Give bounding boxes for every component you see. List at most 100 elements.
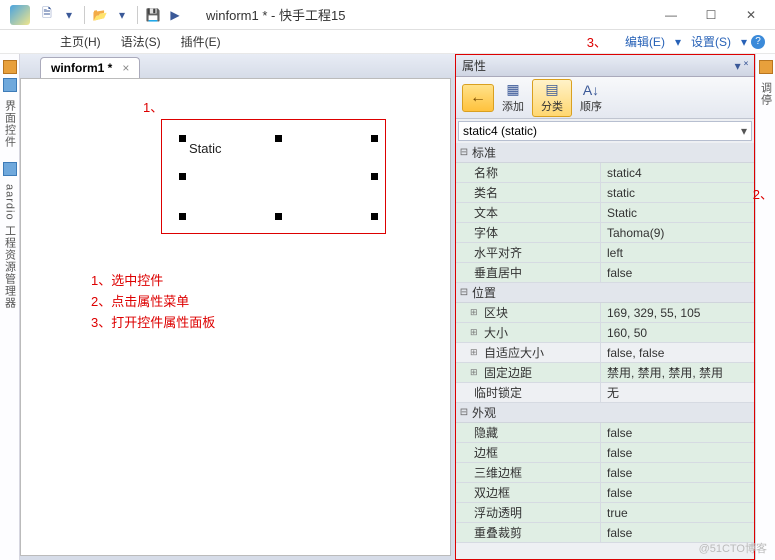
dropdown-icon[interactable]: ▾ [113, 6, 131, 24]
property-row[interactable]: 垂直居中false [456, 263, 754, 283]
property-name: 浮动透明 [456, 503, 601, 522]
instructions: 1、选中控件 2、点击属性菜单 3、打开控件属性面板 [91, 271, 215, 333]
resize-handle[interactable] [371, 135, 378, 142]
property-row[interactable]: 三维边框false [456, 463, 754, 483]
property-value[interactable]: false [601, 263, 754, 282]
collapse-icon[interactable]: ⊟ [456, 407, 472, 418]
tab-close-icon[interactable]: × [122, 61, 129, 75]
property-row[interactable]: 文本Static [456, 203, 754, 223]
property-row[interactable]: 边框false [456, 443, 754, 463]
resize-handle[interactable] [179, 173, 186, 180]
property-name: 隐藏 [456, 423, 601, 442]
project-icon[interactable] [3, 162, 17, 176]
property-grid[interactable]: ⊟标准名称static4类名static文本Static字体Tahoma(9)水… [456, 143, 754, 559]
dropdown-icon[interactable]: ▾ [60, 6, 78, 24]
expand-icon[interactable]: ⊞ [470, 327, 482, 338]
property-value[interactable]: Tahoma(9) [601, 223, 754, 242]
resize-handle[interactable] [275, 213, 282, 220]
tabstrip: winform1 * × [20, 54, 455, 78]
resize-handle[interactable] [371, 173, 378, 180]
mediator-icon[interactable] [759, 60, 773, 74]
object-selector[interactable]: static4 (static) ▾ [458, 121, 752, 141]
menu-syntax[interactable]: 语法(S) [111, 31, 171, 52]
property-row[interactable]: 类名static [456, 183, 754, 203]
run-icon[interactable]: ▶ [166, 6, 184, 24]
help-icon[interactable]: ? [751, 35, 765, 49]
resize-handle[interactable] [179, 135, 186, 142]
menubar: 主页(H) 语法(S) 插件(E) 3、 编辑(E)▾ 设置(S)▾ ? [0, 30, 775, 54]
controls-icon[interactable] [3, 60, 17, 74]
property-value[interactable]: static4 [601, 163, 754, 182]
pin-icon[interactable]: ▾ ˟ [735, 59, 748, 73]
property-value[interactable]: 无 [601, 383, 754, 402]
property-value[interactable]: 169, 329, 55, 105 [601, 303, 754, 322]
sort-button[interactable]: A↓顺序 [572, 79, 610, 117]
resize-handle[interactable] [275, 135, 282, 142]
resize-handle[interactable] [371, 213, 378, 220]
category-row[interactable]: ⊟外观 [456, 403, 754, 423]
property-value[interactable]: false [601, 423, 754, 442]
property-name: ⊞大小 [456, 323, 601, 342]
expand-icon[interactable]: ⊞ [470, 367, 482, 378]
property-value[interactable]: 160, 50 [601, 323, 754, 342]
category-name: 位置 [472, 284, 496, 301]
close-button[interactable]: ✕ [731, 0, 771, 30]
property-name: ⊞自适应大小 [456, 343, 601, 362]
group-button[interactable]: ▤分类 [532, 79, 572, 117]
form-designer-canvas[interactable]: 1、 Static 1、选中控件 2、点击属性菜单 3、打开控件属性面板 [20, 78, 451, 556]
property-value[interactable]: false [601, 443, 754, 462]
collapse-icon[interactable]: ⊟ [456, 147, 472, 158]
app-icon [10, 5, 30, 25]
property-row[interactable]: 临时锁定无 [456, 383, 754, 403]
property-row[interactable]: 名称static4 [456, 163, 754, 183]
tab-winform1[interactable]: winform1 * × [40, 57, 140, 78]
minimize-button[interactable]: — [651, 0, 691, 30]
property-value[interactable]: 禁用, 禁用, 禁用, 禁用 [601, 363, 754, 382]
rail-label-mediator[interactable]: 调停 [758, 82, 774, 106]
property-name: 垂直居中 [456, 263, 601, 282]
new-file-icon[interactable]: 🗎 [38, 6, 56, 24]
property-value[interactable]: static [601, 183, 754, 202]
property-value[interactable]: Static [601, 203, 754, 222]
property-value[interactable]: false [601, 463, 754, 482]
group-icon: ▤ [545, 81, 558, 98]
open-icon[interactable]: 📂 [91, 6, 109, 24]
annotation-3: 3、 [587, 32, 607, 51]
property-value[interactable]: false [601, 483, 754, 502]
property-value[interactable]: true [601, 503, 754, 522]
property-row[interactable]: ⊞大小160, 50 [456, 323, 754, 343]
menu-plugin[interactable]: 插件(E) [171, 31, 231, 52]
property-row[interactable]: 字体Tahoma(9) [456, 223, 754, 243]
property-name: ⊞固定边距 [456, 363, 601, 382]
property-value[interactable]: false, false [601, 343, 754, 362]
property-row[interactable]: 水平对齐left [456, 243, 754, 263]
controls-icon-2[interactable] [3, 78, 17, 92]
menu-settings[interactable]: 设置(S) [681, 31, 741, 52]
property-value[interactable]: left [601, 243, 754, 262]
property-name: 临时锁定 [456, 383, 601, 402]
property-row[interactable]: ⊞自适应大小false, false [456, 343, 754, 363]
expand-icon[interactable]: ⊞ [470, 347, 482, 358]
menu-edit[interactable]: 编辑(E) [615, 31, 675, 52]
property-row[interactable]: 双边框false [456, 483, 754, 503]
maximize-button[interactable]: ☐ [691, 0, 731, 30]
property-row[interactable]: ⊞固定边距禁用, 禁用, 禁用, 禁用 [456, 363, 754, 383]
property-row[interactable]: ⊞区块169, 329, 55, 105 [456, 303, 754, 323]
property-name: 名称 [456, 163, 601, 182]
separator [84, 6, 85, 24]
add-button[interactable]: ▦添加 [494, 79, 532, 117]
rail-label-project[interactable]: aardio 工程资源管理器 [2, 184, 18, 309]
property-row[interactable]: 隐藏false [456, 423, 754, 443]
category-row[interactable]: ⊟位置 [456, 283, 754, 303]
property-row[interactable]: 浮动透明true [456, 503, 754, 523]
resize-handle[interactable] [179, 213, 186, 220]
expand-icon[interactable]: ⊞ [470, 307, 482, 318]
menu-home[interactable]: 主页(H) [50, 31, 111, 52]
save-icon[interactable]: 💾 [144, 6, 162, 24]
collapse-icon[interactable]: ⊟ [456, 287, 472, 298]
property-name: 字体 [456, 223, 601, 242]
rail-label-controls[interactable]: 界面控件 [2, 100, 18, 148]
category-row[interactable]: ⊟标准 [456, 143, 754, 163]
back-button[interactable]: ← [462, 84, 494, 112]
static-control[interactable]: Static [189, 141, 222, 156]
